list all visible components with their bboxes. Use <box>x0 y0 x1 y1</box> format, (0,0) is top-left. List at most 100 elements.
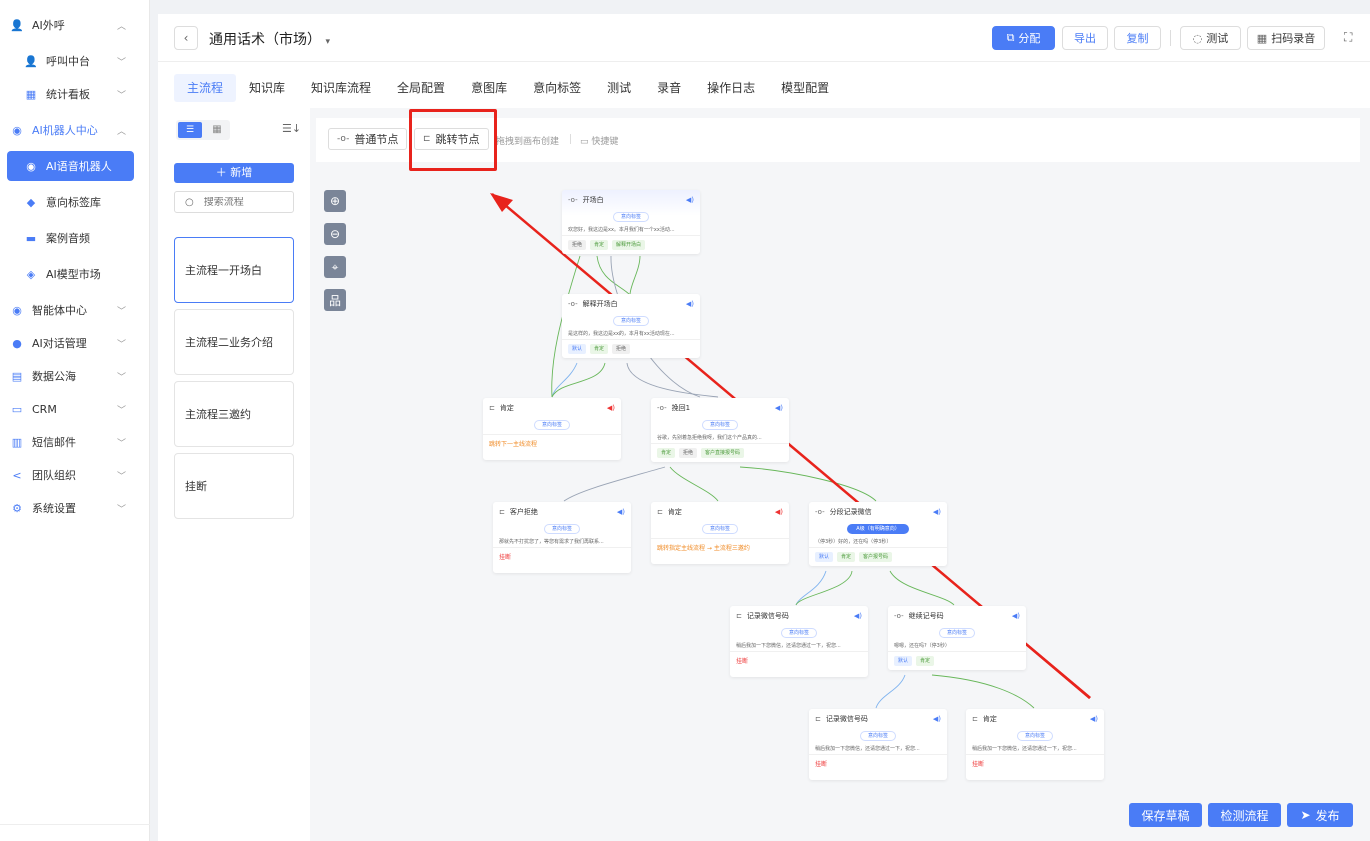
speaker-icon[interactable]: ◀) <box>1012 612 1020 620</box>
flow-node-reject[interactable]: ⊏ 客户拒绝 ◀) 意向标签 那就先不打扰您了，等您有需求了我们再联系... 挂断 <box>493 502 631 573</box>
export-button[interactable]: 导出 <box>1062 26 1108 50</box>
sidebar-item-stats[interactable]: ▦ 统计看板 ﹀ <box>0 80 150 108</box>
sidebar-item-ai-outbound[interactable]: 👤 AI外呼 ︿ <box>0 11 150 39</box>
tab-model-config[interactable]: 模型配置 <box>768 74 842 102</box>
branch-pill[interactable]: 解释开场白 <box>612 240 646 250</box>
tab-test[interactable]: 测试 <box>594 74 644 102</box>
tab-knowledge[interactable]: 知识库 <box>236 74 298 102</box>
branch-pill[interactable]: 肯定 <box>590 240 609 250</box>
layout-icon[interactable]: 品 <box>324 289 346 311</box>
tab-global-config[interactable]: 全局配置 <box>384 74 458 102</box>
normal-node-button[interactable]: -o- 普通节点 <box>328 128 408 150</box>
shortcut-button[interactable]: ▭ 快捷键 <box>580 134 618 147</box>
sidebar-item-agent-center[interactable]: ◉ 智能体中心 ﹀ <box>0 296 150 324</box>
sidebar-item-ai-robot-center[interactable]: ◉ AI机器人中心 ︿ <box>0 116 150 144</box>
tab-op-log[interactable]: 操作日志 <box>694 74 768 102</box>
jump-node-icon: ⊏ <box>972 715 978 723</box>
sidebar-item-team[interactable]: < 团队组织 ﹀ <box>0 461 150 489</box>
assign-button[interactable]: ⧉ 分配 <box>992 26 1055 50</box>
speaker-icon[interactable]: ◀) <box>686 196 694 204</box>
branch-pill[interactable]: 默认 <box>815 552 834 562</box>
sidebar-item-ai-voice-robot[interactable]: ◉ AI语音机器人 <box>7 151 134 181</box>
sidebar-item-case-audio[interactable]: ▬ 案例音频 <box>0 224 150 252</box>
speaker-icon[interactable]: ◀) <box>607 404 615 412</box>
list-view-icon[interactable]: ☰ <box>178 122 202 138</box>
tab-intent-tag[interactable]: 意向标签 <box>520 74 594 102</box>
branch-pill[interactable]: 肯定 <box>837 552 856 562</box>
normal-node-label: 普通节点 <box>354 133 399 146</box>
zoom-in-icon[interactable]: ⊕ <box>324 190 346 212</box>
speaker-icon[interactable]: ◀) <box>933 715 941 723</box>
back-button[interactable]: ‹ <box>174 26 198 50</box>
tab-intent-lib[interactable]: 意图库 <box>458 74 520 102</box>
branch-pill[interactable]: 肯定 <box>590 344 609 354</box>
sidebar-item-call-center[interactable]: 👤 呼叫中台 ﹀ <box>0 47 150 75</box>
branch-pill[interactable]: 肯定 <box>916 656 935 666</box>
branch-pill[interactable]: 默认 <box>894 656 913 666</box>
publish-button[interactable]: ➤ 发布 <box>1287 803 1353 827</box>
sidebar-item-crm[interactable]: ▭ CRM ﹀ <box>0 395 150 423</box>
test-button[interactable]: ◌ 测试 <box>1180 26 1241 50</box>
flow-node-record-wechat-2[interactable]: ⊏ 记录微信号码 ◀) 意向标签 稍后我加一下您微信，还请您通过一下，祝您... 挂… <box>809 709 947 780</box>
tag-icon: ◆ <box>26 195 36 209</box>
zoom-out-icon[interactable]: ⊖ <box>324 223 346 245</box>
sidebar-item-label: AI语音机器人 <box>46 160 112 173</box>
speaker-icon[interactable]: ◀) <box>686 300 694 308</box>
speaker-icon[interactable]: ◀) <box>933 508 941 516</box>
flow-node-continue-number[interactable]: -o- 继续记号码 ◀) 意向标签 嗯嗯，还在吗?（停3秒） 默认 肯定 <box>888 606 1026 670</box>
sidebar-item-intent-tags[interactable]: ◆ 意向标签库 <box>0 188 150 216</box>
flow-node-affirm-jump[interactable]: ⊏ 肯定 ◀) 意向标签 跳转指定主线流程 → 主流程三邀约 <box>651 502 789 564</box>
branch-pill[interactable]: 客户直接报号码 <box>701 448 745 458</box>
speaker-icon[interactable]: ◀) <box>775 508 783 516</box>
page-title[interactable]: 通用话术（市场） ▾ <box>209 29 330 49</box>
branch-pill[interactable]: 肯定 <box>657 448 676 458</box>
chevron-down-icon: ﹀ <box>116 306 126 317</box>
save-draft-button[interactable]: 保存草稿 <box>1129 803 1202 827</box>
sidebar-item-settings[interactable]: ⚙ 系统设置 ﹀ <box>0 494 150 522</box>
tab-knowledge-flow[interactable]: 知识库流程 <box>298 74 384 102</box>
flow-card[interactable]: 主流程二业务介绍 <box>174 309 294 375</box>
flow-node-affirm[interactable]: ⊏ 肯定 ◀) 意向标签 跳转下一主线流程 <box>483 398 621 460</box>
speaker-icon[interactable]: ◀) <box>854 612 862 620</box>
copy-button[interactable]: 复制 <box>1114 26 1161 50</box>
sidebar-item-label: AI模型市场 <box>46 268 101 281</box>
flow-card[interactable]: 挂断 <box>174 453 294 519</box>
flow-card[interactable]: 主流程三邀约 <box>174 381 294 447</box>
sidebar-divider <box>0 824 150 825</box>
flow-node-retain[interactable]: -o- 挽回1 ◀) 意向标签 谷歌，先别着急拒绝我呀，我们这个产品真的... 肯定… <box>651 398 789 462</box>
speaker-icon[interactable]: ◀) <box>617 508 625 516</box>
flow-node-record-wechat[interactable]: ⊏ 记录微信号码 ◀) 意向标签 稍后我加一下您微信，还请您通过一下，祝您... 挂… <box>730 606 868 677</box>
flow-node-affirm-2[interactable]: ⊏ 肯定 ◀) 意向标签 稍后我加一下您微信，还请您通过一下，祝您... 挂断 <box>966 709 1104 780</box>
sidebar-item-sms-mail[interactable]: ▥ 短信邮件 ﹀ <box>0 428 150 456</box>
flow-node-explain[interactable]: -o- 解释开场白 ◀) 意向标签 是这样的，我这边是xx的，本月有xx活动现在..… <box>562 294 700 358</box>
tab-recording[interactable]: 录音 <box>644 74 694 102</box>
tab-main-flow[interactable]: 主流程 <box>174 74 237 102</box>
branch-pill[interactable]: 拒绝 <box>568 240 587 250</box>
sidebar-item-data-sea[interactable]: ▤ 数据公海 ﹀ <box>0 362 150 390</box>
scan-record-button[interactable]: ▦ 扫码录音 <box>1247 26 1325 50</box>
view-toggle: ☰ ▦ <box>176 120 230 140</box>
check-flow-button[interactable]: 检测流程 <box>1208 803 1281 827</box>
sidebar-item-ai-model-market[interactable]: ◈ AI模型市场 <box>0 260 150 288</box>
branch-pill[interactable]: 客户报号码 <box>859 552 893 562</box>
node-text: 欢您好，我这边是xx。本月我们有一个xx活动... <box>568 227 675 233</box>
locate-icon[interactable]: ⌖ <box>324 256 346 278</box>
node-text: 是这样的，我这边是xx的，本月有xx活动现在... <box>568 331 675 337</box>
sidebar-item-label: 呼叫中台 <box>46 55 90 68</box>
speaker-icon[interactable]: ◀) <box>1090 715 1098 723</box>
branch-pill[interactable]: 拒绝 <box>612 344 631 354</box>
add-label: 新增 <box>230 166 253 179</box>
mail-icon: ▥ <box>11 435 23 449</box>
branch-pill[interactable]: 默认 <box>568 344 587 354</box>
sort-icon[interactable]: ☰↓ <box>282 122 301 135</box>
add-flow-button[interactable]: ＋ 新增 <box>174 163 294 183</box>
fullscreen-icon[interactable]: ⛶ <box>1344 30 1352 45</box>
speaker-icon[interactable]: ◀) <box>775 404 783 412</box>
flow-node-opening[interactable]: -o- 开场白 ◀) 意向标签 欢您好，我这边是xx。本月我们有一个xx活动... … <box>562 190 700 254</box>
flow-node-segment-wechat[interactable]: -o- 分段记录微信 ◀) A级（有明确意向） （停3秒）好的，还在吗（停3秒） 默… <box>809 502 947 566</box>
sidebar-item-ai-dialog[interactable]: ● AI对话管理 ﹀ <box>0 329 150 357</box>
branch-pill[interactable]: 拒绝 <box>679 448 698 458</box>
grid-view-icon[interactable]: ▦ <box>206 122 228 138</box>
search-input[interactable] <box>203 196 284 208</box>
flow-card[interactable]: 主流程一开场白 <box>174 237 294 303</box>
